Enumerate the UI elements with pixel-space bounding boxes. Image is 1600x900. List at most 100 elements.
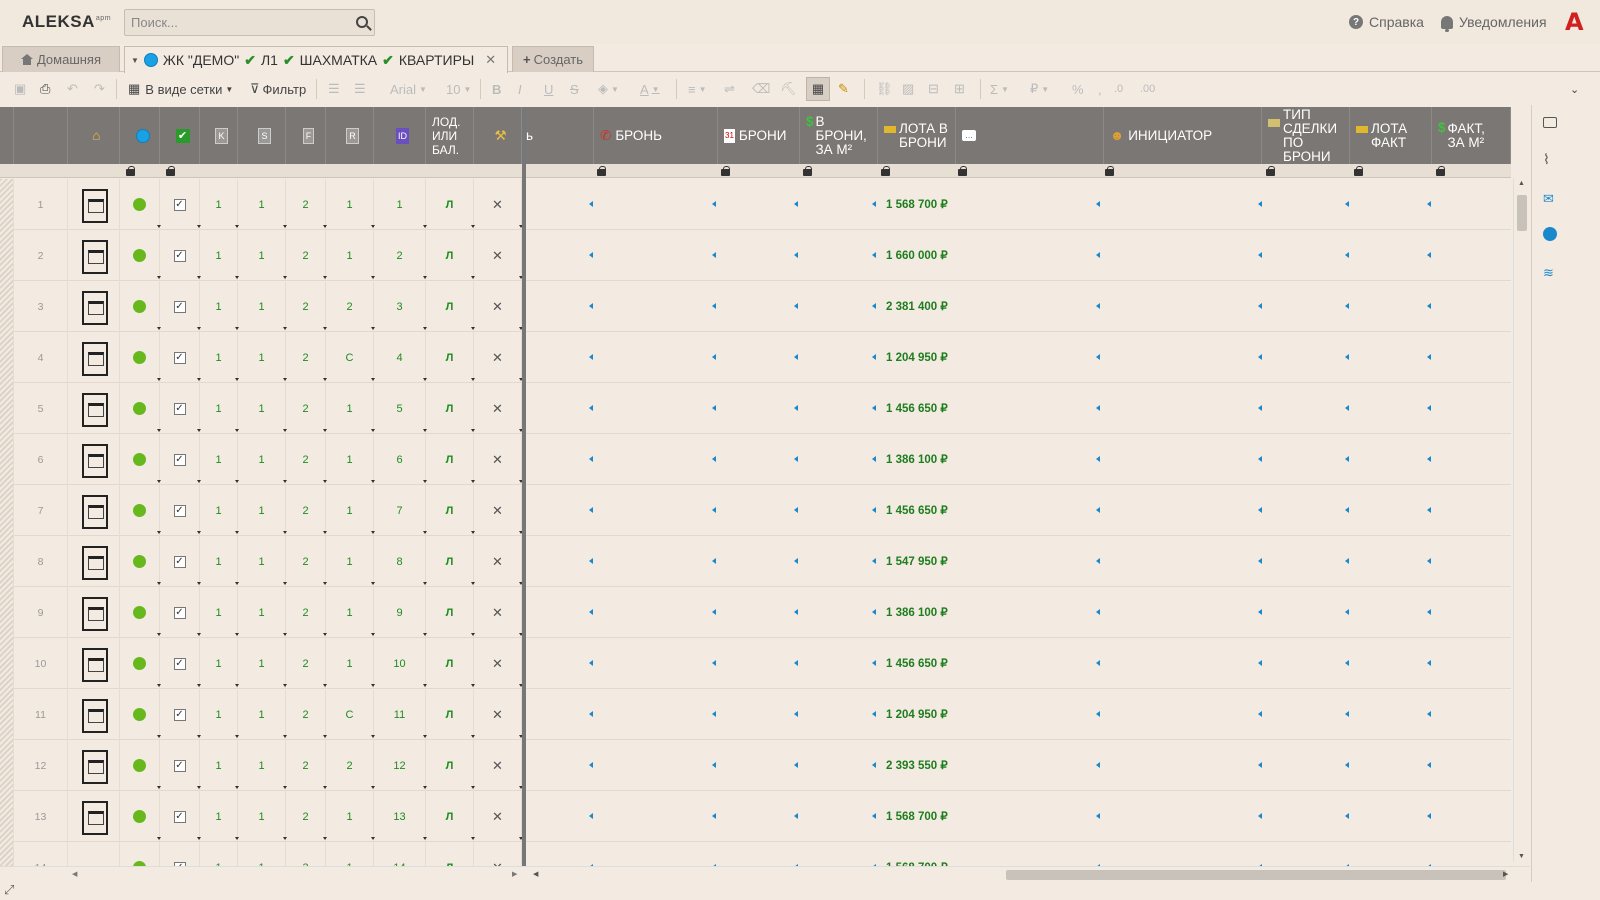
filter-button[interactable]: ⊽ Фильтр (250, 73, 306, 105)
header-tools[interactable]: ⚒ (474, 107, 522, 164)
cell-delete[interactable]: ✕ (474, 740, 523, 791)
thousands-separator-icon[interactable]: , (1098, 73, 1102, 105)
activity-icon[interactable]: ≋ (1543, 265, 1557, 280)
breadcrumb-apartments[interactable]: КВАРТИРЫ (399, 52, 474, 68)
increase-decimal-icon[interactable]: .00 (1140, 73, 1155, 105)
row-checkbox[interactable]: ✓ (160, 485, 201, 536)
floor-plan-thumbnail[interactable] (68, 434, 120, 485)
chevron-down-icon[interactable]: ▼ (131, 56, 139, 65)
cell-lot-price[interactable]: 1 204 950 ₽ (886, 707, 948, 721)
checkbox-checked-icon[interactable]: ✓ (173, 759, 186, 772)
row-checkbox[interactable]: ✓ (160, 332, 201, 383)
lock-icon[interactable] (1436, 166, 1445, 176)
checkbox-checked-icon[interactable]: ✓ (173, 198, 186, 211)
floor-plan-thumbnail[interactable] (68, 383, 120, 434)
cell-lot-price[interactable]: 1 660 000 ₽ (886, 248, 948, 262)
lock-icon[interactable] (1354, 166, 1363, 176)
bold-icon[interactable]: B (492, 73, 501, 105)
wrap-icon[interactable]: ⇌ (724, 73, 735, 105)
cell-lot-price[interactable]: 1 386 100 ₽ (886, 605, 948, 619)
scroll-left-icon[interactable]: ◀ (533, 870, 538, 878)
row-checkbox[interactable]: ✓ (160, 281, 201, 332)
header-initiator[interactable]: ☻ ИНИЦИАТОР (1104, 107, 1262, 164)
close-icon[interactable]: ✕ (492, 401, 503, 417)
merge-cells-icon[interactable]: ⊟ (928, 73, 939, 105)
breadcrumb-chess[interactable]: ШАХМАТКА (300, 52, 377, 68)
header-comment[interactable]: … (956, 107, 1104, 164)
header-lota-fakt[interactable]: ЛОТА ФАКТ (1350, 107, 1432, 164)
cell-delete[interactable]: ✕ (474, 230, 523, 281)
table-row[interactable]: 4 ✓ 1 1 2 С 4 Л ✕ 1 204 950 ₽ (0, 332, 1511, 383)
header-k[interactable]: K (200, 107, 238, 164)
checkbox-checked-icon[interactable]: ✓ (173, 606, 186, 619)
floor-plan-thumbnail[interactable] (68, 485, 120, 536)
close-icon[interactable]: ✕ (492, 809, 503, 825)
table-row[interactable]: 3 ✓ 1 1 2 2 3 Л ✕ 2 381 400 ₽ (0, 281, 1511, 332)
cell-delete[interactable]: ✕ (474, 791, 523, 842)
floor-plan-thumbnail[interactable] (68, 740, 120, 791)
gridlines-toggle-icon[interactable]: ▦ (806, 77, 830, 101)
currency-icon[interactable]: ₽ ▼ (1030, 73, 1049, 105)
underline-icon[interactable]: U (544, 73, 553, 105)
row-checkbox[interactable]: ✓ (160, 689, 201, 740)
floor-plan-thumbnail[interactable] (68, 332, 120, 383)
search-input[interactable] (125, 10, 345, 35)
sum-icon[interactable]: Σ ▼ (990, 73, 1009, 105)
notifications-link[interactable]: Уведомления (1441, 14, 1547, 32)
header-fakt-za-m2[interactable]: $ ФАКТ, ЗА М² (1432, 107, 1511, 164)
decrease-decimal-icon[interactable]: .0 (1114, 73, 1123, 105)
scroll-left-icon[interactable]: ◀ (72, 870, 77, 878)
scroll-right-icon[interactable]: ▶ (1503, 870, 1508, 878)
header-broni[interactable]: 31 БРОНИ (718, 107, 800, 164)
split-cells-icon[interactable]: ⊞ (954, 73, 965, 105)
header-r[interactable]: R (326, 107, 374, 164)
header-check[interactable]: ✔ (160, 107, 200, 164)
globe-icon[interactable] (1543, 227, 1557, 241)
floor-plan-thumbnail[interactable] (68, 230, 120, 281)
row-checkbox[interactable]: ✓ (160, 740, 201, 791)
cell-lot-price[interactable]: 1 456 650 ₽ (886, 503, 948, 517)
row-checkbox[interactable]: ✓ (160, 383, 201, 434)
checkbox-checked-icon[interactable]: ✓ (173, 810, 186, 823)
checkbox-checked-icon[interactable]: ✓ (173, 249, 186, 262)
horizontal-scrollbar[interactable]: ◀ ▶ ◀ ▶ (0, 866, 1530, 882)
vertical-scroll-thumb[interactable] (1517, 195, 1527, 231)
cell-lot-price[interactable]: 2 393 550 ₽ (886, 758, 948, 772)
breadcrumb-project[interactable]: ЖК "ДЕМО" (163, 52, 239, 68)
cell-delete[interactable]: ✕ (474, 536, 523, 587)
table-row[interactable]: 2 ✓ 1 1 2 1 2 Л ✕ 1 660 000 ₽ (0, 230, 1511, 281)
italic-icon[interactable]: I (518, 73, 522, 105)
header-plan[interactable]: ⌂ (68, 107, 120, 164)
checkbox-checked-icon[interactable]: ✓ (173, 351, 186, 364)
lock-icon[interactable] (126, 166, 135, 176)
align-icon[interactable]: ≡ ▼ (688, 73, 707, 105)
header-partial[interactable]: ь (526, 107, 594, 164)
floor-plan-thumbnail[interactable] (68, 587, 120, 638)
cell-lot-price[interactable]: 1 456 650 ₽ (886, 401, 948, 415)
percent-icon[interactable]: % (1072, 73, 1084, 105)
fill-color-icon[interactable]: ◈ ▼ (598, 73, 619, 105)
cell-delete[interactable]: ✕ (474, 281, 523, 332)
lock-icon[interactable] (166, 166, 175, 176)
checkbox-checked-icon[interactable]: ✓ (173, 402, 186, 415)
close-icon[interactable]: ✕ (492, 197, 503, 213)
cell-lot-price[interactable]: 1 456 650 ₽ (886, 656, 948, 670)
close-icon[interactable]: ✕ (492, 452, 503, 468)
vertical-scrollbar[interactable]: ▲ ▼ (1513, 178, 1529, 862)
table-row[interactable]: 13 ✓ 1 1 2 1 13 Л ✕ 1 568 700 ₽ (0, 791, 1511, 842)
cell-delete[interactable]: ✕ (474, 434, 523, 485)
frozen-pane-divider[interactable] (522, 107, 526, 880)
print-icon[interactable]: ⎙ (40, 73, 50, 105)
cell-delete[interactable]: ✕ (474, 485, 523, 536)
table-row[interactable]: 9 ✓ 1 1 2 1 9 Л ✕ 1 386 100 ₽ (0, 587, 1511, 638)
floor-plan-thumbnail[interactable] (68, 179, 120, 230)
checkbox-checked-icon[interactable]: ✓ (173, 555, 186, 568)
help-link[interactable]: ? Справка (1349, 14, 1424, 30)
table-row[interactable]: 1 ✓ 1 1 2 1 1 Л ✕ 1 568 700 ₽ (0, 179, 1511, 230)
table-row[interactable]: 6 ✓ 1 1 2 1 6 Л ✕ 1 386 100 ₽ (0, 434, 1511, 485)
table-row[interactable]: 12 ✓ 1 1 2 2 12 Л ✕ 2 393 550 ₽ (0, 740, 1511, 791)
save-icon[interactable]: ▣ (14, 73, 26, 105)
font-size-dropdown[interactable]: 10 ▼ (446, 73, 471, 105)
row-checkbox[interactable]: ✓ (160, 230, 201, 281)
text-color-icon[interactable]: A ▼ (640, 73, 660, 105)
